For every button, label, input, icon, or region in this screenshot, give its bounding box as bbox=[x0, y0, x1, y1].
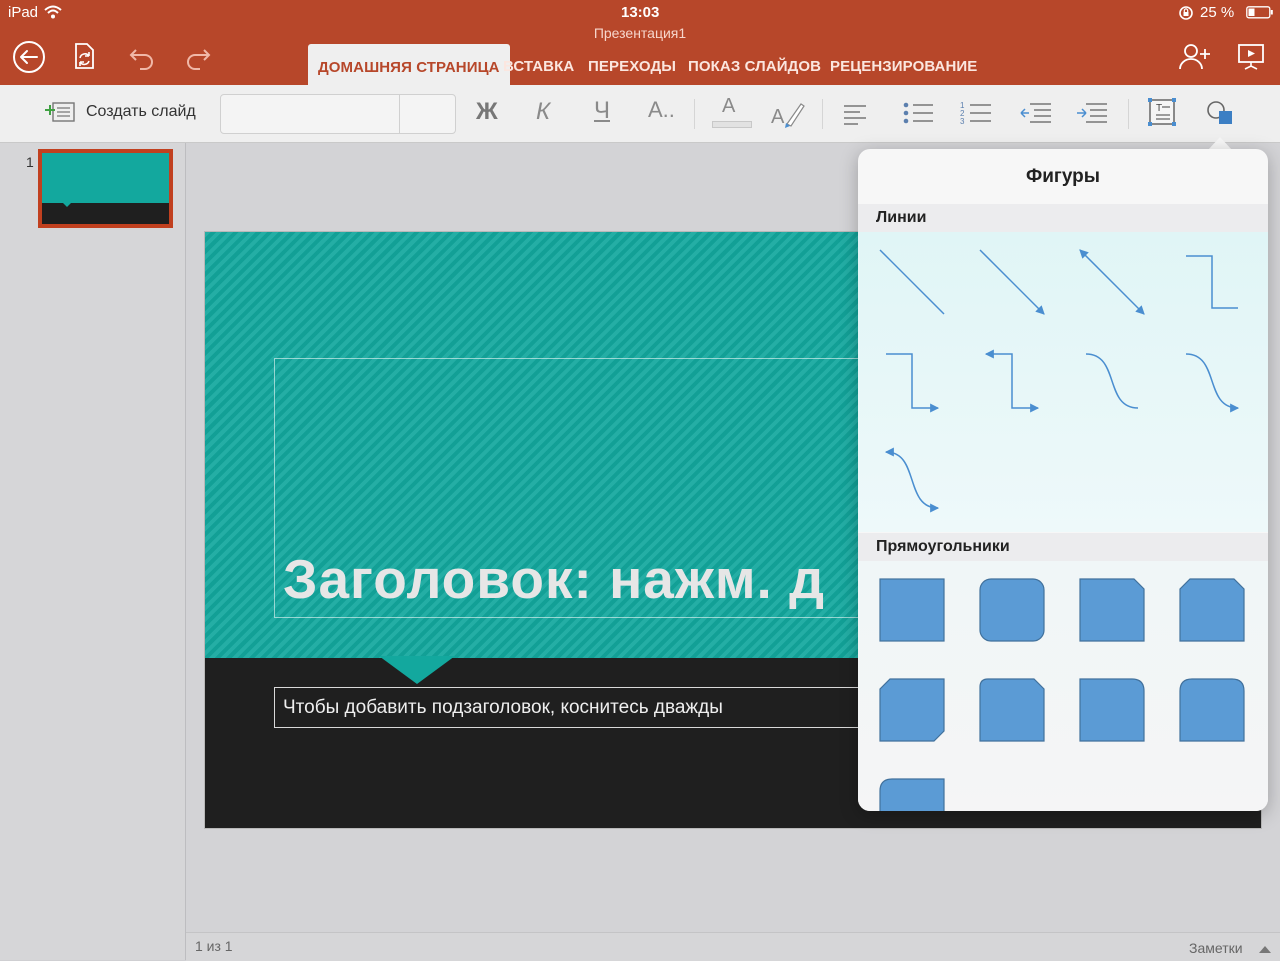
shape-arrow-line[interactable] bbox=[979, 249, 1045, 315]
shape-round-single-corner-rectangle[interactable] bbox=[1079, 678, 1145, 742]
tab-review[interactable]: РЕЦЕНЗИРОВАНИЕ bbox=[830, 58, 977, 75]
lines-gallery bbox=[858, 232, 1268, 532]
ribbon-divider bbox=[1128, 99, 1129, 129]
tab-transitions[interactable]: ПЕРЕХОДЫ bbox=[588, 58, 676, 75]
file-sync-icon[interactable] bbox=[70, 42, 98, 77]
tab-insert[interactable]: ВСТАВКА bbox=[503, 58, 574, 75]
font-color-glyph: А bbox=[722, 95, 736, 117]
undo-icon[interactable] bbox=[128, 44, 156, 75]
shape-rounded-rectangle[interactable] bbox=[979, 578, 1045, 642]
new-slide-label: Создать слайд bbox=[86, 103, 196, 120]
shape-round-same-side-corner-rectangle[interactable] bbox=[1179, 678, 1245, 742]
shape-snip-single-corner-rectangle[interactable] bbox=[1079, 578, 1145, 642]
italic-button[interactable]: К bbox=[536, 98, 550, 126]
shape-snip-diagonal-corner-rectangle[interactable] bbox=[879, 678, 945, 742]
font-color-swatch bbox=[712, 121, 752, 128]
thumbnail-number: 1 bbox=[26, 154, 34, 170]
more-format-button[interactable]: А.. bbox=[648, 97, 675, 123]
slide-subtitle: Чтобы добавить подзаголовок, коснитесь д… bbox=[283, 697, 723, 718]
popover-title: Фигуры bbox=[1026, 166, 1100, 187]
thumbnail-notch bbox=[62, 202, 72, 207]
shape-line[interactable] bbox=[879, 249, 945, 315]
ribbon-toolbar: Создать слайд Ж К Ч А.. А A 123 T bbox=[0, 85, 1280, 143]
redo-icon[interactable] bbox=[184, 44, 212, 75]
shapes-popover: Фигуры Линии Прямоугольники bbox=[858, 149, 1268, 811]
chevron-up-icon[interactable] bbox=[1258, 941, 1272, 959]
slide-thumbnail-panel: 1 bbox=[0, 143, 186, 960]
ribbon-divider bbox=[822, 99, 823, 129]
underline-button[interactable]: Ч bbox=[594, 97, 610, 125]
tab-slideshow[interactable]: ПОКАЗ СЛАЙДОВ bbox=[688, 58, 821, 75]
shape-elbow-double-arrow-connector[interactable] bbox=[984, 349, 1040, 413]
thumbnail-top bbox=[42, 153, 169, 203]
font-selector[interactable] bbox=[220, 94, 456, 134]
app-header: iPad 13:03 25 % Презентация1 ДОМАШНЯЯ СТ… bbox=[0, 0, 1280, 85]
shape-elbow-connector[interactable] bbox=[1186, 255, 1238, 309]
shape-rectangle[interactable] bbox=[879, 578, 945, 642]
status-bar: 1 из 1 Заметки bbox=[186, 932, 1280, 961]
battery-icon bbox=[1246, 6, 1274, 24]
bullet-list-icon[interactable] bbox=[902, 101, 934, 130]
wifi-icon bbox=[44, 5, 62, 24]
numbered-list-icon[interactable]: 123 bbox=[960, 100, 992, 131]
svg-text:A: A bbox=[771, 106, 785, 128]
svg-text:T: T bbox=[1156, 103, 1162, 114]
page-indicator: 1 из 1 bbox=[195, 938, 233, 954]
rectangles-gallery bbox=[858, 561, 1268, 811]
shape-round-diagonal-corner-rectangle[interactable] bbox=[879, 778, 945, 811]
shape-elbow-arrow-connector[interactable] bbox=[886, 353, 940, 413]
present-icon[interactable] bbox=[1236, 42, 1266, 77]
highlight-brush-icon[interactable]: A bbox=[770, 99, 806, 134]
font-field-divider bbox=[399, 95, 400, 133]
new-slide-icon bbox=[44, 99, 76, 130]
decrease-indent-icon[interactable] bbox=[1020, 102, 1052, 129]
shape-snip-same-side-corner-rectangle[interactable] bbox=[1179, 578, 1245, 642]
notes-label[interactable]: Заметки bbox=[1189, 940, 1243, 956]
bold-button[interactable]: Ж bbox=[476, 98, 498, 126]
ribbon-divider bbox=[694, 99, 695, 129]
section-rectangles-header: Прямоугольники bbox=[858, 533, 1268, 561]
shape-curved-connector[interactable] bbox=[1085, 353, 1139, 409]
back-icon[interactable] bbox=[12, 40, 46, 79]
share-person-icon[interactable] bbox=[1178, 42, 1212, 77]
increase-indent-icon[interactable] bbox=[1076, 102, 1108, 129]
shape-double-arrow-line[interactable] bbox=[1079, 249, 1145, 315]
tab-home[interactable]: ДОМАШНЯЯ СТРАНИЦА bbox=[308, 44, 510, 85]
section-lines-header: Линии bbox=[858, 204, 1268, 232]
document-title[interactable]: Презентация1 bbox=[0, 25, 1280, 41]
status-device: iPad bbox=[8, 4, 39, 21]
shape-curved-double-arrow-connector[interactable] bbox=[884, 447, 940, 513]
popover-header: Фигуры bbox=[858, 149, 1268, 205]
status-time: 13:03 bbox=[621, 4, 660, 21]
text-box-icon[interactable]: T bbox=[1146, 97, 1178, 132]
shapes-icon[interactable] bbox=[1204, 99, 1236, 134]
align-left-icon[interactable] bbox=[842, 103, 868, 130]
orientation-lock-icon bbox=[1178, 5, 1194, 26]
slide-title: Заголовок: нажм. д bbox=[283, 548, 826, 610]
slide-callout-notch bbox=[379, 656, 455, 684]
slide-thumbnail[interactable] bbox=[38, 149, 173, 228]
battery-percent: 25 % bbox=[1200, 4, 1235, 21]
shape-curved-arrow-connector[interactable] bbox=[1185, 353, 1240, 413]
svg-text:3: 3 bbox=[960, 117, 965, 126]
shape-snip-and-round-single-corner-rectangle[interactable] bbox=[979, 678, 1045, 742]
font-color-button[interactable]: А bbox=[712, 95, 752, 129]
